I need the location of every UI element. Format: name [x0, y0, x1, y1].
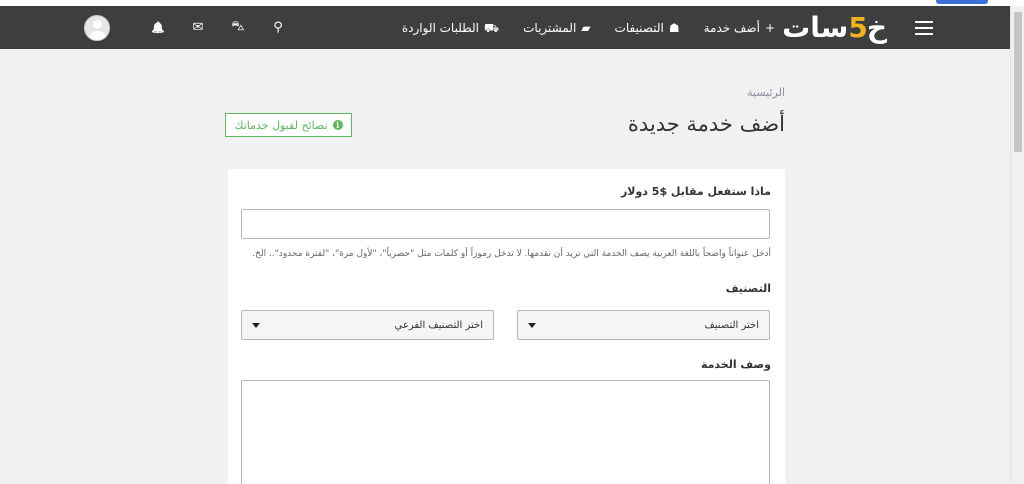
service-title-label: ماذا ستفعل مقابل $5 دولار — [620, 185, 771, 198]
cubes-icon: ☗ — [668, 20, 680, 35]
chevron-down-icon — [528, 322, 536, 328]
nav-incoming-orders[interactable]: ⛟ الطلبات الواردة — [402, 21, 499, 35]
nav-purchases-label: المشتريات — [523, 20, 577, 35]
search-icon[interactable]: ⚲ — [258, 20, 298, 35]
nav-add-service-label: أضف خدمة — [703, 20, 760, 35]
nav-incoming-orders-label: الطلبات الواردة — [401, 20, 480, 35]
site-logo[interactable]: خ 5 سات — [782, 6, 888, 49]
page-scrollbar[interactable] — [1010, 6, 1024, 484]
avatar[interactable] — [84, 14, 110, 41]
page-title: أضف خدمة جديدة — [627, 112, 785, 136]
description-label: وصف الخدمة — [700, 358, 771, 371]
tips-button-label: نصائح لقبول خدماتك — [234, 118, 328, 132]
category-select[interactable]: اختر التصنيف — [517, 310, 770, 340]
cart-icon[interactable]: ⛍ — [218, 19, 258, 36]
menu-hamburger-icon[interactable] — [914, 6, 934, 49]
chevron-down-icon — [252, 322, 260, 328]
add-service-form: ماذا ستفعل مقابل $5 دولار أدخل عنواناً و… — [228, 169, 785, 484]
mail-icon[interactable]: ✉ — [178, 20, 218, 35]
service-description-textarea[interactable] — [241, 380, 770, 484]
plus-icon: + — [764, 20, 775, 35]
bell-icon[interactable]: 🔔 — [138, 21, 178, 34]
top-navbar: خ 5 سات + أضف خدمة ☗ التصنيفات ▰ المشتريات… — [0, 6, 1010, 49]
nav-categories-label: التصنيفات — [614, 20, 664, 35]
info-icon: i — [332, 120, 343, 130]
service-title-hint: أدخل عنواناً واضحاً باللغة العربية يصف ا… — [252, 249, 771, 259]
main-nav: + أضف خدمة ☗ التصنيفات ▰ المشتريات ⛟ الط… — [402, 6, 775, 49]
folder-icon: ▰ — [581, 20, 591, 35]
user-toolbar: 🔔 ✉ ⛍ ⚲ — [84, 6, 298, 49]
nav-categories[interactable]: ☗ التصنيفات — [615, 21, 680, 35]
breadcrumb[interactable]: الرئيسية — [747, 86, 785, 99]
service-title-input[interactable] — [241, 209, 770, 239]
subcategory-select-value: اختر التصنيف الفرعي — [394, 319, 483, 331]
truck-icon: ⛟ — [484, 20, 500, 35]
nav-purchases[interactable]: ▰ المشتريات — [523, 21, 590, 35]
subcategory-select[interactable]: اختر التصنيف الفرعي — [241, 310, 494, 340]
category-select-value: اختر التصنيف — [704, 319, 759, 331]
tips-button[interactable]: i نصائح لقبول خدماتك — [225, 113, 352, 137]
browser-tab-indicator — [936, 0, 988, 4]
nav-add-service[interactable]: + أضف خدمة — [704, 21, 775, 35]
category-label: التصنيف — [725, 282, 771, 295]
scrollbar-thumb[interactable] — [1014, 12, 1022, 152]
